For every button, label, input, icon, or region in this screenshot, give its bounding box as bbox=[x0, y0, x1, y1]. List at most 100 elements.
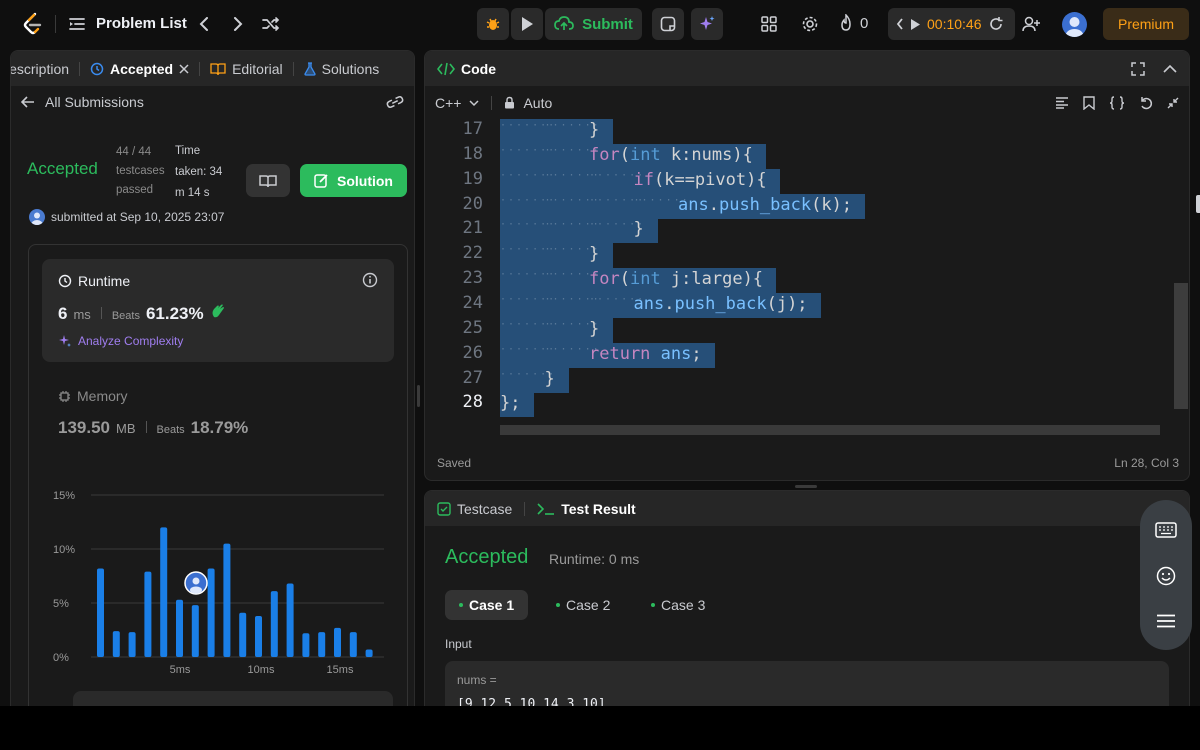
chart-range-slider[interactable] bbox=[73, 691, 393, 706]
notes-button[interactable] bbox=[652, 8, 684, 40]
case-2-tab[interactable]: Case 2 bbox=[542, 590, 624, 620]
chart-bar[interactable] bbox=[365, 649, 373, 657]
tab-testcase[interactable]: Testcase bbox=[437, 501, 512, 517]
tab-editorial[interactable]: Editorial bbox=[210, 61, 283, 77]
divider bbox=[55, 15, 56, 33]
line-number: 19 bbox=[462, 168, 483, 189]
editorial-button[interactable] bbox=[246, 164, 290, 197]
timer-widget[interactable]: 00:10:46 bbox=[888, 8, 1015, 40]
left-tab-bar: Description Accepted Editorial Solutions bbox=[11, 51, 414, 86]
edit-icon bbox=[314, 174, 328, 188]
submission-subheader: All Submissions bbox=[11, 86, 414, 118]
chart-bar[interactable] bbox=[239, 612, 247, 657]
input-label: Input bbox=[445, 637, 472, 651]
x-tick-label: 15ms bbox=[327, 664, 354, 676]
braces-icon[interactable] bbox=[1109, 95, 1125, 110]
chart-bar[interactable] bbox=[207, 568, 215, 657]
resize-handle[interactable] bbox=[417, 385, 420, 407]
next-problem-icon[interactable] bbox=[226, 12, 250, 36]
collapse-icon[interactable] bbox=[1167, 97, 1179, 109]
tab-solutions[interactable]: Solutions bbox=[304, 61, 379, 77]
chevron-up-icon[interactable] bbox=[1163, 64, 1177, 74]
back-to-submissions[interactable]: All Submissions bbox=[21, 94, 144, 110]
code-line-text: } bbox=[589, 244, 600, 265]
vertical-scrollbar[interactable] bbox=[1174, 119, 1188, 409]
case-3-tab[interactable]: Case 3 bbox=[637, 590, 719, 620]
chart-bar[interactable] bbox=[349, 632, 357, 657]
chart-bar[interactable] bbox=[255, 615, 262, 657]
chart-bar[interactable] bbox=[302, 633, 310, 657]
close-icon[interactable] bbox=[179, 63, 189, 74]
chevron-down-icon[interactable] bbox=[469, 99, 479, 107]
emoji-icon[interactable] bbox=[1156, 566, 1176, 586]
chart-bar[interactable] bbox=[223, 543, 231, 657]
reset-icon[interactable] bbox=[988, 16, 1004, 32]
submitted-info: submitted at Sep 10, 2025 23:07 bbox=[29, 209, 224, 225]
keyboard-icon[interactable] bbox=[1155, 522, 1177, 538]
run-button[interactable] bbox=[511, 8, 543, 40]
test-panel: Testcase Test Result Accepted Runtime: 0… bbox=[424, 490, 1190, 706]
tab-test-result[interactable]: Test Result bbox=[537, 501, 636, 517]
line-number: 25 bbox=[462, 317, 483, 338]
shuffle-icon[interactable] bbox=[259, 12, 283, 36]
line-number: 27 bbox=[462, 367, 483, 388]
code-line-text: if(k==pivot){ bbox=[633, 169, 767, 190]
top-bar: Problem List Submit 0 00:10:46 Premium bbox=[0, 0, 1200, 48]
problem-list-link[interactable]: Problem List bbox=[96, 15, 187, 32]
layout-icon[interactable] bbox=[757, 12, 781, 36]
leetcode-logo-icon[interactable] bbox=[22, 12, 44, 36]
problem-list-icon[interactable] bbox=[68, 15, 86, 33]
divider bbox=[524, 501, 526, 516]
premium-button[interactable]: Premium bbox=[1103, 8, 1189, 40]
tab-description[interactable]: Description bbox=[11, 61, 69, 77]
chart-bar[interactable] bbox=[318, 632, 326, 657]
checkbox-icon bbox=[437, 501, 451, 516]
settings-gear-icon[interactable] bbox=[798, 12, 822, 36]
link-icon[interactable] bbox=[386, 95, 404, 109]
play-icon[interactable] bbox=[910, 18, 921, 31]
chart-bar[interactable] bbox=[97, 568, 104, 657]
streak-counter[interactable]: 0 bbox=[838, 14, 868, 32]
ai-assistant-button[interactable] bbox=[691, 8, 723, 40]
case-1-tab[interactable]: Case 1 bbox=[445, 590, 529, 620]
avatar[interactable] bbox=[1062, 12, 1087, 37]
tab-accepted[interactable]: Accepted bbox=[90, 61, 189, 77]
code-line-text: }; bbox=[500, 393, 521, 414]
chart-bar[interactable] bbox=[144, 571, 152, 657]
chart-bar[interactable] bbox=[112, 631, 120, 657]
x-tick-label: 10ms bbox=[248, 664, 275, 676]
chart-bar[interactable] bbox=[334, 627, 341, 657]
add-friend-button[interactable] bbox=[1015, 8, 1047, 40]
submit-button[interactable]: Submit bbox=[545, 8, 642, 40]
flask-icon bbox=[304, 61, 316, 76]
resize-handle[interactable] bbox=[795, 485, 817, 488]
cloud-upload-icon bbox=[554, 16, 574, 30]
edge-handle[interactable] bbox=[1196, 195, 1200, 213]
app-window: Problem List Submit 0 00:10:46 Premium s… bbox=[0, 0, 1200, 706]
code-header: Code bbox=[425, 51, 1189, 86]
stats-box: Runtime 6 ms Beats 61.23% Analyze Comple… bbox=[28, 244, 408, 706]
chart-bar[interactable] bbox=[270, 591, 278, 657]
y-tick-label: 10% bbox=[53, 544, 75, 556]
maximize-icon[interactable] bbox=[1131, 61, 1145, 76]
auto-mode[interactable]: Auto bbox=[523, 95, 552, 111]
prev-problem-icon[interactable] bbox=[192, 12, 216, 36]
menu-icon[interactable] bbox=[1156, 614, 1176, 628]
solution-button[interactable]: Solution bbox=[300, 164, 407, 197]
undo-icon[interactable] bbox=[1139, 96, 1153, 110]
code-editor[interactable]: 17 ······· ·······} 18 ······· ······· for(int… bbox=[425, 119, 1189, 437]
status-label: Accepted bbox=[27, 159, 98, 178]
horizontal-scrollbar[interactable] bbox=[500, 425, 1160, 435]
chart-bar[interactable] bbox=[160, 527, 168, 657]
line-number: 23 bbox=[462, 268, 483, 289]
chart-bar[interactable] bbox=[128, 632, 136, 657]
pass-dot-icon bbox=[459, 603, 463, 607]
format-icon[interactable] bbox=[1055, 96, 1069, 109]
chart-bar[interactable] bbox=[191, 605, 199, 657]
debug-button[interactable] bbox=[477, 8, 509, 40]
language-select[interactable]: C++ bbox=[435, 95, 461, 111]
chart-bar[interactable] bbox=[286, 583, 294, 657]
bookmark-icon[interactable] bbox=[1083, 95, 1095, 110]
chevron-left-icon[interactable] bbox=[896, 18, 904, 30]
chart-bar[interactable] bbox=[176, 599, 183, 657]
